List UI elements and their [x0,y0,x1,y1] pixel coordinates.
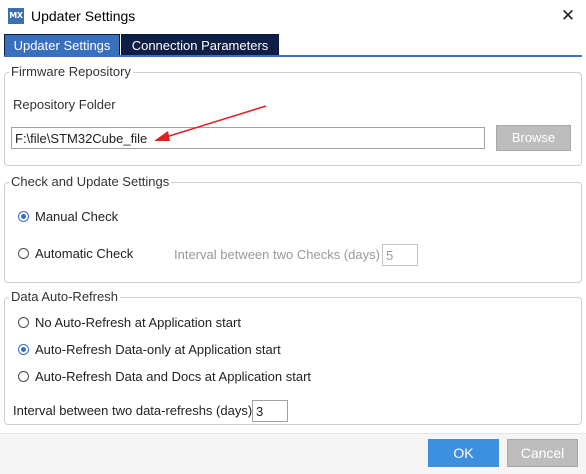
check-interval-label: Interval between two Checks (days) [174,247,380,262]
tab-updater-settings[interactable]: Updater Settings [4,34,120,57]
window-title: Updater Settings [31,8,136,24]
app-logo-icon: MX [8,8,24,24]
refresh-data-only-label: Auto-Refresh Data-only at Application st… [35,342,281,357]
no-auto-refresh-radio[interactable] [18,317,29,328]
automatic-check-label: Automatic Check [35,246,134,261]
tab-underline [4,55,582,57]
no-auto-refresh-label: No Auto-Refresh at Application start [35,315,241,330]
tab-connection-parameters[interactable]: Connection Parameters [121,34,279,57]
check-update-group: Check and Update Settings [4,174,582,283]
close-icon[interactable]: ✕ [557,5,579,27]
refresh-interval-label: Interval between two data-refreshs (days… [13,403,253,418]
manual-check-radio[interactable] [18,211,29,222]
tab-bar: Updater Settings Connection Parameters [0,34,586,57]
refresh-data-docs-radio[interactable] [18,371,29,382]
data-auto-refresh-legend: Data Auto-Refresh [9,289,120,304]
manual-check-label: Manual Check [35,209,119,224]
title-bar: MX Updater Settings ✕ [0,0,586,32]
firmware-repository-group: Firmware Repository [4,64,582,166]
ok-button[interactable]: OK [428,439,499,467]
check-update-legend: Check and Update Settings [9,174,172,189]
repository-folder-input[interactable] [11,127,485,149]
browse-button[interactable]: Browse [496,125,571,151]
check-interval-input[interactable] [382,244,418,266]
refresh-data-only-radio[interactable] [18,344,29,355]
cancel-button[interactable]: Cancel [507,439,578,467]
firmware-repository-legend: Firmware Repository [9,64,133,79]
automatic-check-radio[interactable] [18,248,29,259]
refresh-data-docs-label: Auto-Refresh Data and Docs at Applicatio… [35,369,312,384]
repository-folder-label: Repository Folder [13,97,116,112]
refresh-interval-input[interactable] [252,400,288,422]
